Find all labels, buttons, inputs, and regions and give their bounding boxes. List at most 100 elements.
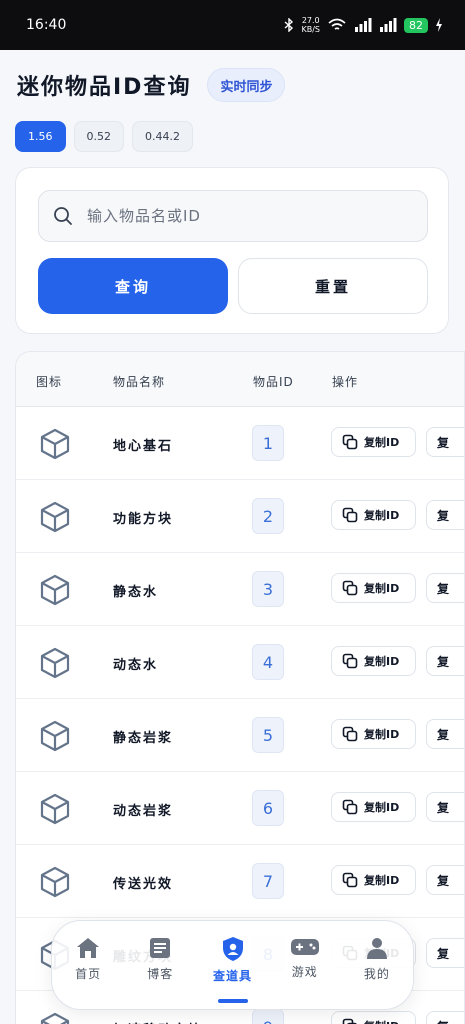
home-icon	[77, 938, 100, 958]
gamepad-icon	[290, 939, 319, 955]
table-row[interactable]: 动态水 4 复制ID 复	[16, 626, 464, 699]
item-id-badge: 9	[252, 1009, 284, 1024]
cube-icon	[38, 792, 72, 826]
item-name: 传送光效	[113, 877, 174, 892]
copy-icon	[342, 1018, 358, 1024]
copy-icon	[342, 507, 358, 523]
copy-id-button[interactable]: 复制ID	[331, 792, 416, 822]
copy-icon	[342, 434, 358, 450]
search-icon	[54, 207, 72, 225]
version-selector: 1.56 0.52 0.44.2	[15, 121, 193, 152]
item-name: 静态水	[113, 585, 159, 600]
status-time: 16:40	[26, 17, 67, 33]
nav-item-items[interactable]: 查道具	[196, 921, 268, 1009]
nav-label-items: 查道具	[213, 969, 253, 983]
copy-id-label: 复制ID	[364, 874, 400, 887]
bluetooth-icon	[285, 18, 294, 32]
copy-name-button[interactable]: 复	[426, 938, 464, 968]
reset-button[interactable]: 重置	[238, 258, 428, 314]
copy-name-label: 复	[437, 435, 450, 450]
battery-indicator: 82	[404, 17, 428, 33]
column-header-actions: 操作	[332, 375, 359, 389]
table-header: 图标 物品名称 物品ID 操作	[16, 352, 464, 407]
copy-name-button[interactable]: 复	[426, 719, 464, 749]
cube-icon	[38, 573, 72, 607]
item-id-badge: 4	[252, 644, 284, 680]
bottom-nav: 首页 博客 查道具 游戏 我的	[51, 920, 414, 1010]
network-speed-unit: KB/S	[301, 25, 320, 34]
table-row[interactable]: 静态水 3 复制ID 复	[16, 553, 464, 626]
item-name: 功能方块	[113, 512, 174, 527]
table-row[interactable]: 地心基石 1 复制ID 复	[16, 407, 464, 480]
nav-item-home[interactable]: 首页	[52, 921, 124, 1009]
copy-id-button[interactable]: 复制ID	[331, 500, 416, 530]
copy-name-button[interactable]: 复	[426, 646, 464, 676]
nav-label-blog: 博客	[147, 967, 174, 981]
status-bar: 16:40 27.0 KB/S 82	[0, 0, 465, 50]
item-name: 地心基石	[113, 439, 174, 454]
item-id-badge: 7	[252, 863, 284, 899]
copy-id-label: 复制ID	[364, 436, 400, 449]
item-id-badge: 5	[252, 717, 284, 753]
copy-icon	[342, 726, 358, 742]
signal-icon	[355, 18, 372, 32]
copy-id-button[interactable]: 复制ID	[331, 865, 416, 895]
version-chip-0-44-2[interactable]: 0.44.2	[132, 121, 193, 152]
nav-item-games[interactable]: 游戏	[269, 921, 341, 1009]
copy-name-label: 复	[437, 873, 450, 888]
page-title: 迷你物品ID查询	[17, 75, 192, 100]
copy-id-label: 复制ID	[364, 1018, 399, 1024]
copy-name-button[interactable]: 复	[426, 865, 464, 895]
copy-id-button[interactable]: 复制ID	[331, 719, 416, 749]
column-header-name: 物品名称	[113, 375, 166, 389]
cube-icon	[38, 500, 72, 534]
table-row[interactable]: 静态岩浆 5 复制ID 复	[16, 699, 464, 772]
user-icon	[366, 938, 387, 959]
search-box[interactable]	[38, 190, 428, 242]
page-header: 迷你物品ID查询 实时同步	[17, 68, 286, 102]
wifi-icon	[328, 18, 346, 30]
copy-name-button[interactable]: 复	[426, 500, 464, 530]
cube-icon	[38, 865, 72, 899]
cube-icon	[38, 646, 72, 680]
copy-name-button[interactable]: 复	[426, 792, 464, 822]
copy-icon	[342, 653, 358, 669]
cube-icon	[38, 719, 72, 753]
nav-item-blog[interactable]: 博客	[124, 921, 196, 1009]
copy-id-button[interactable]: 复制ID	[331, 646, 416, 676]
search-input[interactable]	[87, 207, 407, 225]
blog-icon	[150, 938, 171, 958]
table-row[interactable]: 功能方块 2 复制ID 复	[16, 480, 464, 553]
item-id-badge: 3	[252, 571, 284, 607]
sync-badge[interactable]: 实时同步	[207, 68, 286, 102]
copy-id-label: 复制ID	[364, 509, 400, 522]
copy-icon	[342, 580, 358, 596]
query-button[interactable]: 查询	[38, 258, 228, 314]
item-name: 动态水	[113, 658, 159, 673]
nav-label-games: 游戏	[291, 965, 318, 979]
copy-id-label: 复制ID	[364, 655, 400, 668]
copy-name-button[interactable]: 复	[426, 427, 464, 457]
version-chip-0-52[interactable]: 0.52	[73, 121, 124, 152]
nav-label-profile: 我的	[363, 967, 390, 981]
copy-id-button[interactable]: 复制ID	[331, 427, 416, 457]
status-icons: 27.0 KB/S 82	[284, 16, 443, 34]
cube-icon	[38, 1011, 72, 1024]
copy-id-label: 复制ID	[364, 801, 400, 814]
item-id-badge: 1	[252, 425, 284, 461]
copy-id-label: 复制ID	[364, 728, 400, 741]
table-row[interactable]: 动态岩浆 6 复制ID 复	[16, 772, 464, 845]
copy-name-button[interactable]: 复	[426, 573, 464, 603]
nav-item-profile[interactable]: 我的	[341, 921, 413, 1009]
copy-id-button[interactable]: 复制ID	[331, 573, 416, 603]
version-chip-1-56[interactable]: 1.56	[15, 121, 66, 152]
active-indicator	[217, 999, 248, 1003]
copy-name-label: 复	[437, 1018, 449, 1024]
item-id-badge: 2	[252, 498, 284, 534]
shield-icon	[222, 937, 243, 961]
item-id-badge: 6	[252, 790, 284, 826]
copy-name-label: 复	[437, 581, 450, 596]
copy-name-button[interactable]: 复	[426, 1011, 464, 1024]
table-row[interactable]: 传送光效 7 复制ID 复	[16, 845, 464, 918]
copy-id-button[interactable]: 复制ID	[331, 1011, 416, 1024]
